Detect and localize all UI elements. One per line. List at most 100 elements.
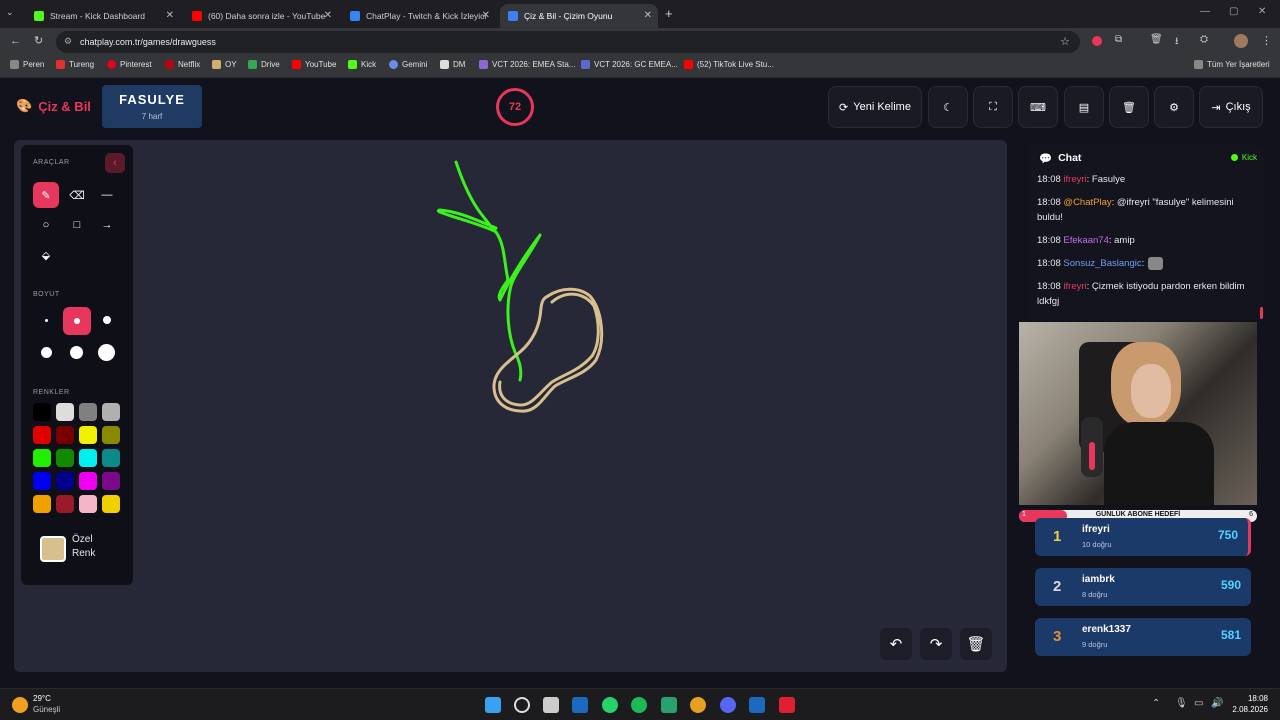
keyboard-button[interactable]: ⌨ xyxy=(1018,86,1058,128)
undo-button[interactable]: ↶ xyxy=(880,628,912,660)
volume-icon[interactable]: 🔊 xyxy=(1211,698,1223,709)
arrow-tool[interactable]: → xyxy=(94,212,120,238)
color-swatch[interactable] xyxy=(102,472,120,490)
tab-youtube[interactable]: (60) Daha sonra izle - YouTube ✕ xyxy=(184,4,338,28)
menu-icon[interactable]: ⋮ xyxy=(1261,34,1272,47)
bookmark-netflix[interactable]: Netflix xyxy=(165,60,200,69)
reload-icon[interactable]: ↻ xyxy=(34,34,43,47)
pen-tool[interactable]: ✎ xyxy=(33,182,59,208)
color-swatch[interactable] xyxy=(56,426,74,444)
back-icon[interactable]: ← xyxy=(10,35,21,47)
steam-icon[interactable] xyxy=(749,697,765,713)
bookmark-tureng[interactable]: Tureng xyxy=(56,60,94,69)
size-option-1[interactable] xyxy=(45,319,48,322)
discord-icon[interactable] xyxy=(720,697,736,713)
color-swatch[interactable] xyxy=(79,403,97,421)
color-swatch[interactable] xyxy=(79,472,97,490)
maximize-button[interactable]: ▢ xyxy=(1229,6,1238,17)
color-swatch[interactable] xyxy=(33,472,51,490)
tab-chatplay[interactable]: ChatPlay - Twitch & Kick İzleyici ✕ xyxy=(342,4,496,28)
eraser-tool[interactable]: ⌫ xyxy=(64,182,90,208)
color-swatch[interactable] xyxy=(79,495,97,513)
chat-scrollbar[interactable] xyxy=(1260,307,1263,319)
theme-toggle-button[interactable]: ☾ xyxy=(928,86,968,128)
chrome-icon[interactable] xyxy=(690,697,706,713)
fill-tool[interactable]: ⬙ xyxy=(33,242,59,268)
search-icon[interactable] xyxy=(514,697,530,713)
circle-tool[interactable]: ○ xyxy=(33,212,59,238)
close-icon[interactable]: ✕ xyxy=(482,10,490,21)
bookmark-vct-emea[interactable]: VCT 2026: EMEA Sta... xyxy=(479,60,575,69)
exit-button[interactable]: ⇥ Çıkış xyxy=(1199,86,1263,128)
close-window-button[interactable]: ✕ xyxy=(1258,6,1266,17)
tray-chevron-icon[interactable]: ⌃ xyxy=(1152,698,1160,709)
size-option-5[interactable] xyxy=(70,346,83,359)
collapse-palette-button[interactable]: ‹ xyxy=(105,153,125,173)
bookmark-dm[interactable]: DM xyxy=(440,60,465,69)
custom-color-swatch[interactable] xyxy=(40,536,66,562)
color-swatch[interactable] xyxy=(102,426,120,444)
archive-button[interactable]: ▤ xyxy=(1064,86,1104,128)
trash-icon[interactable]: 🗑 xyxy=(1150,34,1163,45)
redo-button[interactable]: ↷ xyxy=(920,628,952,660)
size-option-4[interactable] xyxy=(41,347,52,358)
color-swatch[interactable] xyxy=(56,403,74,421)
color-swatch[interactable] xyxy=(79,449,97,467)
star-icon[interactable]: ☆ xyxy=(1060,35,1070,48)
close-icon[interactable]: ✕ xyxy=(166,10,174,21)
close-icon[interactable]: ✕ xyxy=(644,10,652,21)
settings-button[interactable]: ⚙ xyxy=(1154,86,1194,128)
delete-button[interactable]: 🗑 xyxy=(1109,86,1149,128)
new-word-button[interactable]: ⟳ Yeni Kelime xyxy=(828,86,922,128)
steam-icon[interactable] xyxy=(572,697,588,713)
size-option-6[interactable] xyxy=(98,344,115,361)
app-icon[interactable] xyxy=(661,697,677,713)
puzzle-icon[interactable]: ⧉ xyxy=(1115,34,1122,45)
close-icon[interactable]: ✕ xyxy=(324,10,332,21)
network-icon[interactable]: ▭ xyxy=(1194,698,1203,709)
bookmark-pinterest[interactable]: Pinterest xyxy=(107,60,152,69)
color-swatch[interactable] xyxy=(102,403,120,421)
color-swatch[interactable] xyxy=(79,426,97,444)
color-swatch[interactable] xyxy=(56,472,74,490)
bookmark-youtube[interactable]: YouTube xyxy=(292,60,336,69)
weather-icon[interactable] xyxy=(12,697,28,713)
message-user[interactable]: ifreyri xyxy=(1063,174,1086,185)
minimize-button[interactable]: — xyxy=(1200,6,1210,17)
message-user[interactable]: Sonsuz_Baslangic xyxy=(1063,258,1141,269)
url-input[interactable]: ⚙ chatplay.com.tr/games/drawguess ☆ xyxy=(56,31,1080,53)
new-tab-button[interactable]: + xyxy=(665,6,673,21)
download-icon[interactable]: ⭳ xyxy=(1175,34,1179,51)
clock[interactable]: 18:08 2.08.2026 xyxy=(1232,694,1268,714)
spotify-icon[interactable] xyxy=(631,697,647,713)
microphone-icon[interactable]: 🎙 xyxy=(1175,698,1188,709)
message-user[interactable]: @ChatPlay xyxy=(1063,197,1111,208)
app-icon[interactable] xyxy=(779,697,795,713)
bookmark-tiktok[interactable]: (52) TikTok Live Stu... xyxy=(684,60,774,69)
drawing-canvas[interactable]: ↶ ↷ 🗑 xyxy=(14,140,1007,672)
bookmark-kick[interactable]: Kick xyxy=(348,60,376,69)
color-swatch[interactable] xyxy=(33,495,51,513)
fullscreen-button[interactable]: ⛶ xyxy=(973,86,1013,128)
whatsapp-icon[interactable] xyxy=(602,697,618,713)
line-tool[interactable]: — xyxy=(94,182,120,208)
color-swatch[interactable] xyxy=(102,449,120,467)
bookmark-oy[interactable]: OY xyxy=(212,60,237,69)
message-user[interactable]: ifreyri xyxy=(1063,281,1086,292)
color-swatch[interactable] xyxy=(33,449,51,467)
color-swatch[interactable] xyxy=(56,449,74,467)
bookmark-drive[interactable]: Drive xyxy=(248,60,280,69)
color-swatch[interactable] xyxy=(33,426,51,444)
color-swatch[interactable] xyxy=(33,403,51,421)
bookmark-gemini[interactable]: Gemini xyxy=(389,60,427,69)
size-option-2-selected[interactable] xyxy=(63,307,91,335)
color-swatch[interactable] xyxy=(102,495,120,513)
site-info-icon[interactable]: ⚙ xyxy=(64,36,72,47)
profile-extension-icon[interactable]: ⛭ xyxy=(1200,34,1208,45)
size-option-3[interactable] xyxy=(103,316,111,324)
color-swatch[interactable] xyxy=(56,495,74,513)
tab-list-icon[interactable]: ⌄ xyxy=(6,7,20,21)
clear-canvas-button[interactable]: 🗑 xyxy=(960,628,992,660)
bookmark-peren[interactable]: Peren xyxy=(10,60,44,69)
start-icon[interactable] xyxy=(485,697,501,713)
